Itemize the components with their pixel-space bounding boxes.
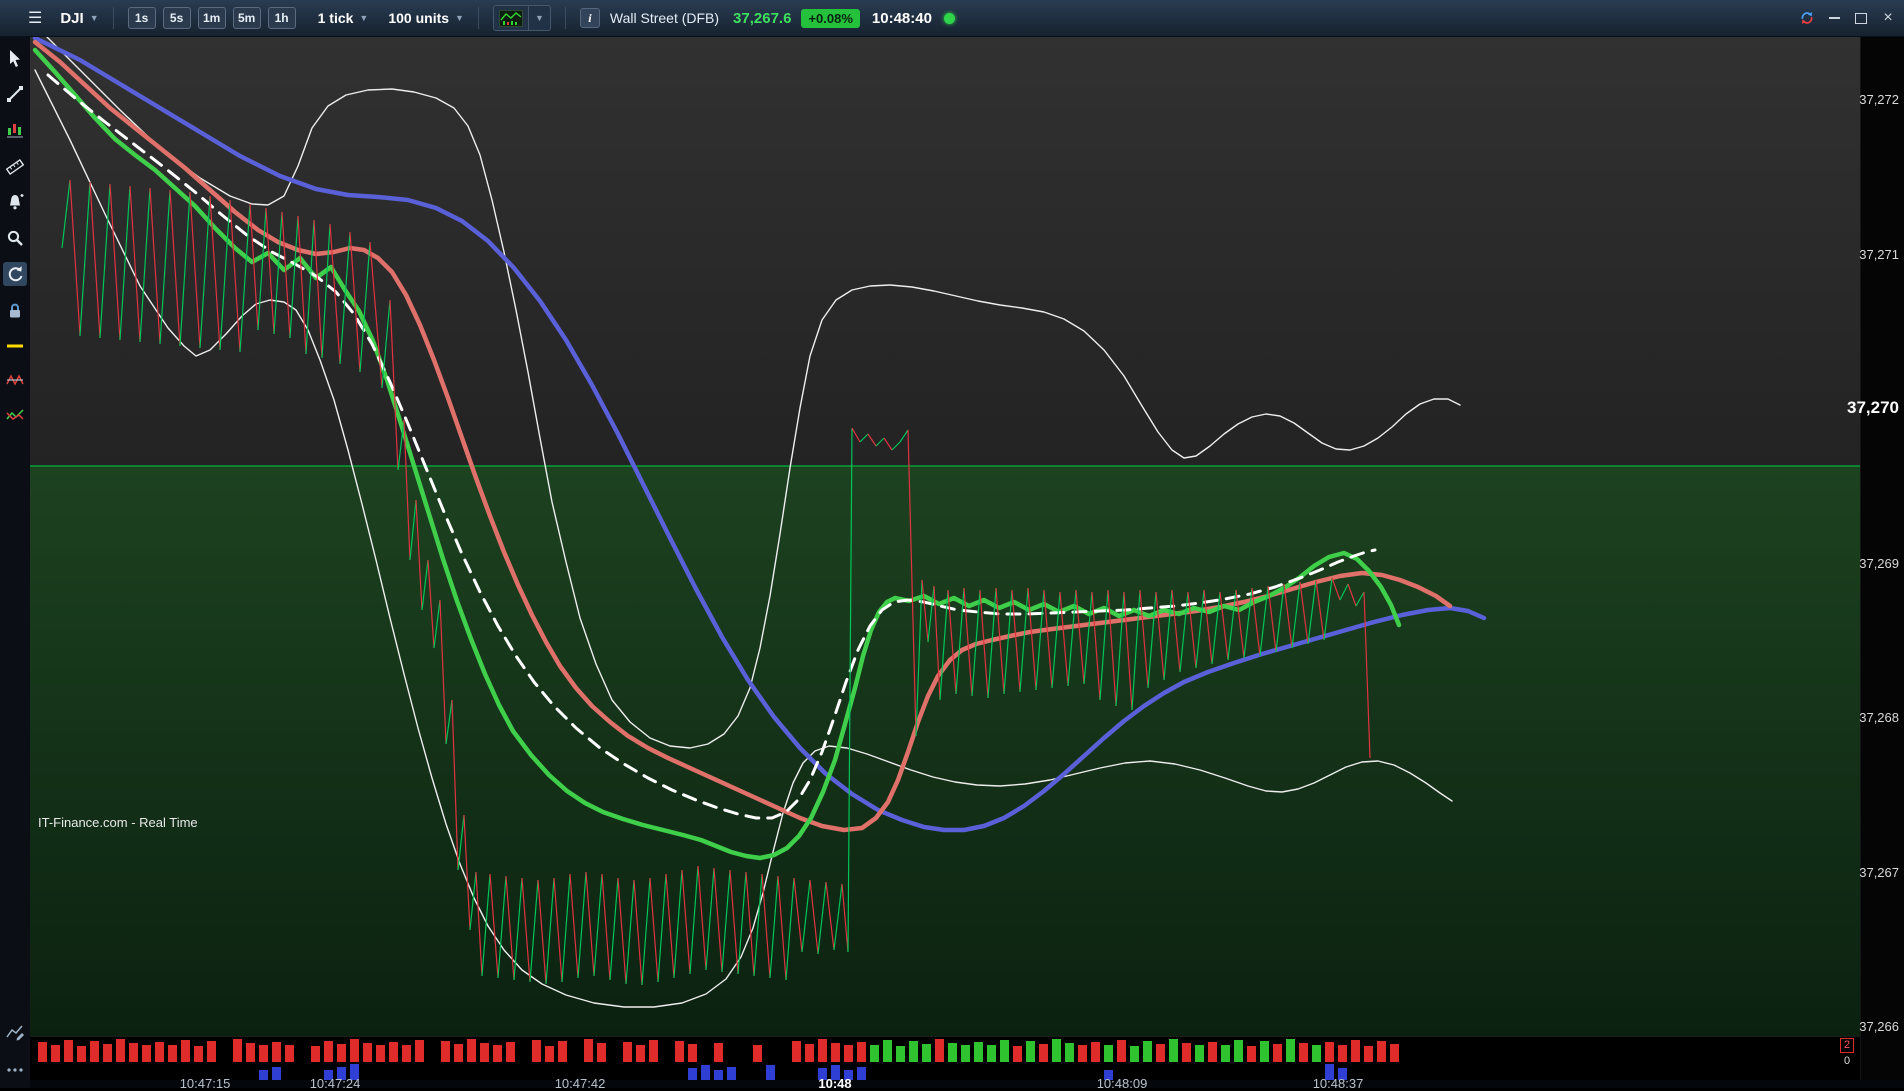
zoom-icon[interactable] [3, 226, 27, 250]
chevron-down-icon: ▼ [359, 13, 369, 23]
timeframe-1m[interactable]: 1m [197, 7, 226, 29]
symbol-label: DJI [60, 9, 84, 27]
annotate-icon[interactable] [3, 1020, 27, 1044]
time-tick-label: 10:47:24 [309, 1076, 361, 1091]
timeframe-1s[interactable]: 1s [127, 7, 156, 29]
units-label: 100 units [388, 10, 450, 26]
tick-size-dropdown[interactable]: 1 tick ▼ [318, 10, 369, 26]
volume-scale-min: 0 [1844, 1055, 1851, 1067]
connection-status-dot [943, 12, 955, 24]
info-icon[interactable]: i [579, 8, 600, 28]
color-marker-icon[interactable] [3, 334, 27, 358]
tick-size-label: 1 tick [317, 10, 354, 26]
close-icon[interactable]: × [1880, 10, 1896, 26]
divider [477, 7, 479, 29]
cursor-icon[interactable] [3, 46, 27, 70]
chevron-down-icon: ▼ [534, 13, 544, 23]
sync-icon[interactable] [1799, 10, 1815, 26]
chart-type-icon[interactable] [494, 9, 528, 27]
alert-bell-icon[interactable] [3, 190, 27, 214]
trendline-icon[interactable] [3, 82, 27, 106]
top-toolbar: ☰ DJI ▼ 1s 5s 1m 5m 1h 1 tick ▼ 100 units ▼ [0, 0, 1904, 37]
clock: 10:48:40 [871, 9, 932, 27]
timeframe-1h[interactable]: 1h [267, 7, 296, 29]
units-dropdown[interactable]: 100 units ▼ [388, 10, 464, 26]
chevron-down-icon: ▼ [455, 13, 464, 23]
undo-icon[interactable] [3, 262, 27, 286]
maximize-icon[interactable] [1853, 10, 1869, 26]
instrument-name: Wall Street (DFB) [609, 10, 720, 26]
timeframe-5s[interactable]: 5s [162, 7, 191, 29]
watermark: IT-Finance.com - Real Time [38, 815, 198, 830]
time-tick-label: 10:48:09 [1096, 1076, 1148, 1091]
chevron-down-icon: ▼ [89, 13, 99, 23]
divider [112, 7, 114, 29]
chart-canvas[interactable] [0, 0, 1904, 1088]
lock-icon[interactable] [3, 299, 27, 323]
timeframe-group: 1s 5s 1m 5m 1h [127, 7, 296, 29]
volume-bars [38, 1039, 1399, 1080]
last-price: 37,267.6 [733, 9, 792, 27]
price-series [30, 36, 1860, 1008]
volume-scale-max: 2 [1840, 1038, 1855, 1053]
more-icon[interactable] [3, 1058, 27, 1082]
timeframe-5m[interactable]: 5m [232, 7, 261, 29]
divider [564, 7, 566, 29]
ruler-icon[interactable] [3, 154, 27, 178]
time-tick-label: 10:47:42 [554, 1076, 606, 1091]
menu-icon[interactable]: ☰ [28, 8, 42, 28]
symbol-dropdown[interactable]: DJI ▼ [60, 10, 98, 27]
trading-app: 37,272 37,271 37,270 37,269 37,268 37,267 37,2… [0, 0, 1904, 1091]
chart-type-control: ▼ [492, 5, 551, 31]
time-tick-label: 10:47:15 [179, 1076, 231, 1091]
chart-style-icon[interactable] [3, 118, 27, 142]
minimize-icon[interactable] [1826, 10, 1842, 26]
time-tick-label: 10:48:37 [1312, 1076, 1364, 1091]
change-badge: +0.08% [801, 8, 860, 28]
chart-type-dropdown[interactable]: ▼ [527, 6, 550, 30]
window-controls: × [1799, 10, 1896, 26]
left-tool-rail [0, 36, 30, 1088]
indicator-green-icon[interactable] [3, 404, 27, 428]
indicator-red-icon[interactable] [3, 368, 27, 392]
time-tick-label: 10:48 [818, 1076, 852, 1091]
